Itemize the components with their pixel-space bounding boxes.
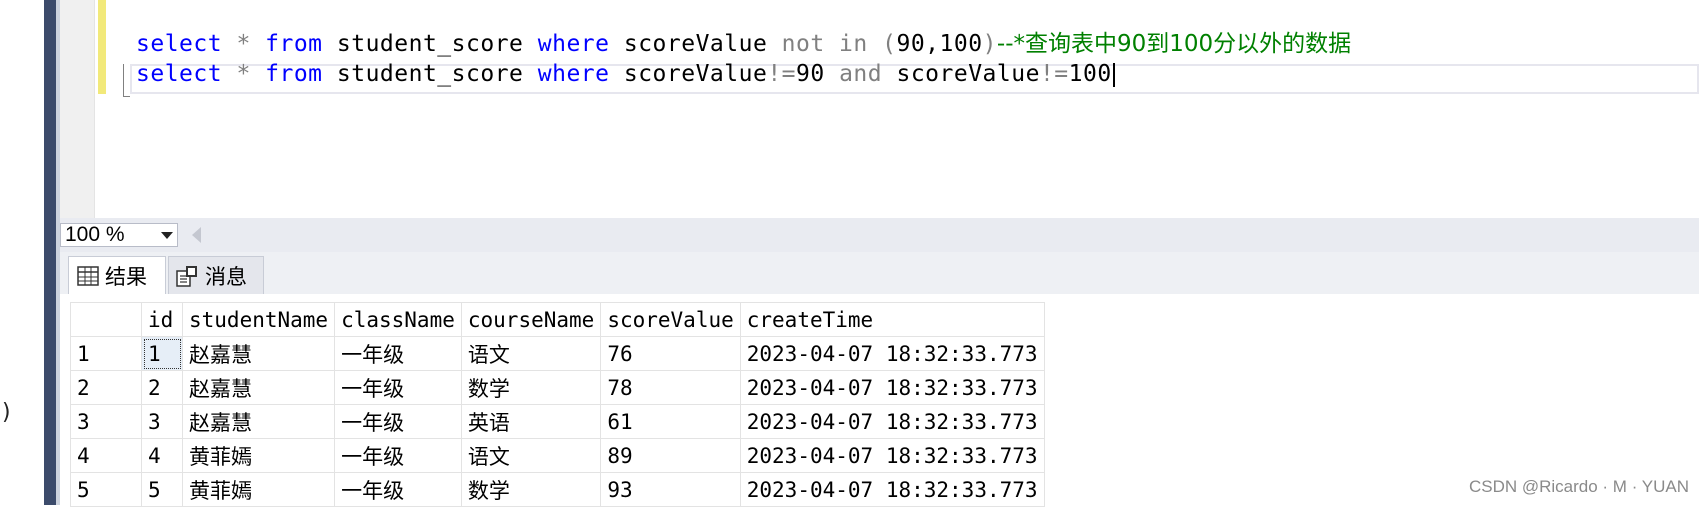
identifier: scoreValue	[609, 31, 782, 57]
cell-studentname[interactable]: 黄菲嫣	[181, 438, 336, 473]
messages-icon	[176, 265, 197, 287]
cell-studentname[interactable]: 赵嘉慧	[181, 404, 336, 439]
chevron-down-icon[interactable]	[161, 232, 173, 239]
tab-results[interactable]: 结果	[68, 256, 166, 294]
cell-id[interactable]: 3	[141, 404, 183, 439]
grid-icon	[77, 265, 99, 286]
zoom-bar: 100 %	[60, 218, 1699, 252]
cell-scorevalue[interactable]: 93	[600, 472, 741, 507]
cell-studentname[interactable]: 黄菲嫣	[181, 472, 336, 507]
column-header-scorevalue[interactable]: scoreValue	[600, 302, 741, 337]
row-number[interactable]: 4	[70, 438, 142, 473]
cell-scorevalue[interactable]: 76	[600, 336, 741, 371]
change-tracking-marker	[98, 0, 106, 94]
operator: and	[839, 61, 883, 87]
cell-scorevalue[interactable]: 61	[600, 404, 741, 439]
cell-coursename[interactable]: 语文	[460, 336, 602, 371]
cell-createtime[interactable]: 2023-04-07 18:32:33.773	[739, 370, 1045, 405]
zoom-value: 100 %	[65, 223, 125, 246]
column-header-coursename[interactable]: courseName	[460, 302, 602, 337]
operator: not in	[781, 31, 868, 57]
results-grid-area: id studentName className courseName scor…	[60, 294, 1699, 507]
text-caret	[1112, 62, 1115, 87]
cell-coursename[interactable]: 英语	[460, 404, 602, 439]
query-editor[interactable]: select * from student_score where scoreV…	[60, 0, 1699, 218]
operator: *	[222, 61, 266, 87]
tab-messages[interactable]: 消息	[168, 256, 264, 294]
cell-studentname[interactable]: 赵嘉慧	[181, 336, 336, 371]
scroll-left-icon[interactable]	[192, 227, 201, 243]
cell-classname[interactable]: 一年级	[334, 404, 462, 439]
cell-classname[interactable]: 一年级	[334, 472, 462, 507]
column-header-classname[interactable]: className	[334, 302, 462, 337]
column-header-studentname[interactable]: studentName	[181, 302, 336, 337]
pane-splitter[interactable]	[44, 0, 56, 505]
cell-id[interactable]: 2	[141, 370, 183, 405]
column-header-id[interactable]: id	[141, 302, 183, 337]
table-row[interactable]: 3 3 赵嘉慧 一年级 英语 61 2023-04-07 18:32:33.77…	[70, 404, 1045, 439]
cell-createtime[interactable]: 2023-04-07 18:32:33.773	[739, 336, 1045, 371]
keyword: select	[136, 61, 223, 87]
literal: 90	[796, 61, 840, 87]
operator: !=	[767, 61, 797, 87]
watermark: CSDN @Ricardo · M · YUAN	[1468, 477, 1689, 496]
cell-scorevalue[interactable]: 89	[600, 438, 741, 473]
identifier: student_score	[322, 31, 538, 57]
results-tab-bar: 结果 消息	[60, 252, 1699, 294]
literal: 90,100	[896, 31, 983, 57]
cell-id[interactable]: 4	[141, 438, 183, 473]
keyword: from	[265, 31, 323, 57]
code-line-2[interactable]: select * from student_score where scoreV…	[136, 59, 1115, 89]
comment: --*查询表中90到100分以外的数据	[996, 31, 1352, 57]
zoom-dropdown[interactable]: 100 %	[60, 223, 178, 247]
cell-coursename[interactable]: 数学	[460, 472, 602, 507]
cell-createtime[interactable]: 2023-04-07 18:32:33.773	[739, 472, 1045, 507]
table-row[interactable]: 2 2 赵嘉慧 一年级 数学 78 2023-04-07 18:32:33.77…	[70, 370, 1045, 405]
cell-classname[interactable]: 一年级	[334, 370, 462, 405]
literal: 100	[1068, 61, 1112, 87]
cell-coursename[interactable]: 语文	[460, 438, 602, 473]
column-header-createtime[interactable]: createTime	[739, 302, 1045, 337]
cell-coursename[interactable]: 数学	[460, 370, 602, 405]
keyword: where	[537, 61, 610, 87]
row-number[interactable]: 2	[70, 370, 142, 405]
row-number[interactable]: 5	[70, 472, 142, 507]
operator: )	[982, 31, 997, 57]
tab-messages-label: 消息	[205, 264, 247, 289]
column-header-row-number[interactable]	[70, 302, 142, 337]
table-header-row: id studentName className courseName scor…	[70, 302, 1045, 337]
identifier: scoreValue	[882, 61, 1040, 87]
cell-classname[interactable]: 一年级	[334, 438, 462, 473]
tab-results-label: 结果	[105, 264, 147, 289]
identifier: student_score	[322, 61, 538, 87]
identifier: scoreValue	[609, 61, 768, 87]
keyword: where	[537, 31, 610, 57]
cell-studentname[interactable]: 赵嘉慧	[181, 370, 336, 405]
table-row[interactable]: 5 5 黄菲嫣 一年级 数学 93 2023-04-07 18:32:33.77…	[70, 472, 1045, 507]
table-row[interactable]: 4 4 黄菲嫣 一年级 语文 89 2023-04-07 18:32:33.77…	[70, 438, 1045, 473]
outline-bracket	[123, 64, 130, 97]
keyword: from	[265, 61, 323, 87]
code-line-1[interactable]: select * from student_score where scoreV…	[136, 29, 1351, 59]
results-table: id studentName className courseName scor…	[70, 302, 1045, 507]
row-number[interactable]: 3	[70, 404, 142, 439]
cell-id[interactable]: 1	[141, 336, 183, 371]
left-pane-text: )	[0, 400, 14, 425]
operator: (	[867, 31, 897, 57]
operator: *	[222, 31, 266, 57]
cell-createtime[interactable]: 2023-04-07 18:32:33.773	[739, 404, 1045, 439]
table-row[interactable]: 1 1 赵嘉慧 一年级 语文 76 2023-04-07 18:32:33.77…	[70, 336, 1045, 371]
cell-createtime[interactable]: 2023-04-07 18:32:33.773	[739, 438, 1045, 473]
keyword: select	[136, 31, 223, 57]
editor-gutter	[60, 0, 95, 218]
row-number[interactable]: 1	[70, 336, 142, 371]
cell-id[interactable]: 5	[141, 472, 183, 507]
cell-scorevalue[interactable]: 78	[600, 370, 741, 405]
operator: !=	[1039, 61, 1069, 87]
object-explorer-edge: )	[0, 0, 44, 505]
cell-classname[interactable]: 一年级	[334, 336, 462, 371]
